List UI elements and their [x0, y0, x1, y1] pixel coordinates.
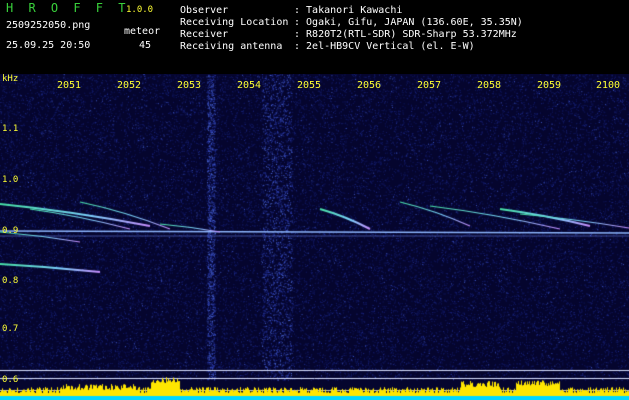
y-tick-label: 0.7 — [2, 324, 19, 334]
info-value-receiver: : R820T2(RTL-SDR) SDR-Sharp 53.372MHz — [294, 29, 517, 40]
y-axis-unit: kHz — [2, 74, 19, 84]
y-tick-label: 0.8 — [2, 276, 19, 286]
app-version: 1.0.0 — [126, 5, 154, 15]
x-tick-label: 2059 — [537, 80, 562, 91]
x-tick-label: 2053 — [177, 80, 202, 91]
timestamp-label: 25.09.25 20:50 — [6, 40, 91, 51]
info-label-location: Receiving Location — [180, 17, 289, 28]
spectrogram-canvas — [0, 74, 629, 400]
y-tick-label: 1.1 — [2, 124, 19, 134]
x-tick-label: 2054 — [237, 80, 262, 91]
filename-label: 2509252050.png — [6, 20, 91, 31]
info-value-location: : Ogaki, Gifu, JAPAN (136.60E, 35.35N) — [294, 17, 523, 28]
x-tick-label: 2058 — [477, 80, 502, 91]
meteor-count: 45 — [139, 40, 152, 51]
x-tick-label: 2055 — [297, 80, 322, 91]
y-tick-label: 1.0 — [2, 175, 19, 185]
x-tick-label: 2052 — [117, 80, 142, 91]
x-tick-label: 2057 — [417, 80, 442, 91]
x-tick-label: 2051 — [57, 80, 82, 91]
info-value-antenna: : 2el-HB9CV Vertical (el. E-W) — [294, 41, 475, 52]
app-logo: H R O F F T — [6, 1, 130, 15]
info-value-observer: : Takanori Kawachi — [294, 5, 403, 16]
y-tick-label: 0.9 — [2, 226, 19, 236]
info-label-receiver: Receiver — [180, 29, 229, 40]
x-tick-label: 2100 — [596, 80, 621, 91]
info-label-antenna: Receiving antenna — [180, 41, 283, 52]
info-label-observer: Observer — [180, 5, 229, 16]
x-tick-label: 2056 — [357, 80, 382, 91]
meteor-label: meteor — [124, 26, 161, 37]
y-tick-label: 0.6 — [2, 375, 19, 385]
header-panel: H R O F F T 1.0.0 2509252050.png 25.09.2… — [0, 0, 629, 74]
